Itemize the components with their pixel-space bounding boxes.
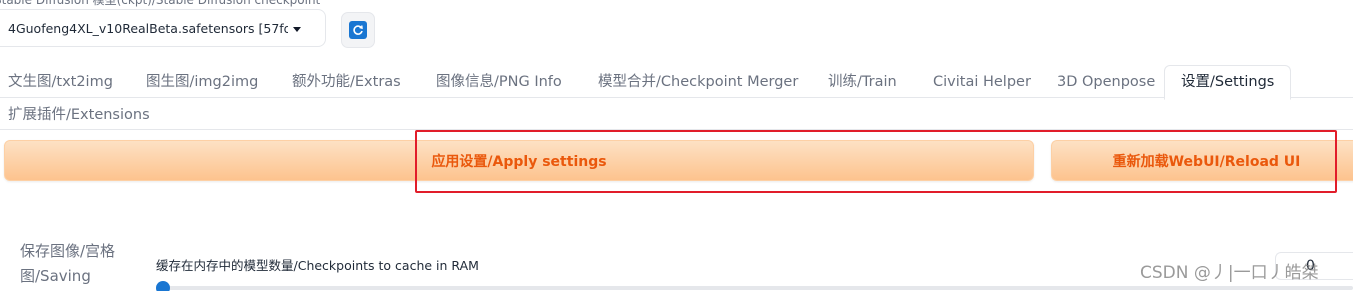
tab-extras[interactable]: 额外功能/Extras xyxy=(292,66,401,98)
checkpoints-cache-slider-thumb[interactable] xyxy=(156,281,170,291)
tab-settings[interactable]: 设置/Settings xyxy=(1164,65,1292,100)
tab-txt2img[interactable]: 文生图/txt2img xyxy=(8,66,113,98)
settings-page: Stable Diffusion 模型(ckpt)/Stable Diffusi… xyxy=(0,0,1353,291)
watermark-text: CSDN @丿|一口丿皓桀 xyxy=(1140,263,1319,283)
refresh-icon xyxy=(349,21,367,39)
reload-ui-label: 重新加载WebUI/Reload UI xyxy=(1112,153,1301,170)
chevron-down-icon xyxy=(293,27,301,32)
reload-ui-button[interactable]: 重新加载WebUI/Reload UI xyxy=(1051,140,1353,181)
tab-civitai-helper[interactable]: Civitai Helper xyxy=(933,66,1031,98)
checkpoints-cache-slider[interactable] xyxy=(160,286,1353,290)
refresh-checkpoints-button[interactable] xyxy=(341,12,375,48)
tab-checkpoint-merger[interactable]: 模型合并/Checkpoint Merger xyxy=(598,66,798,98)
apply-settings-button[interactable]: 应用设置/Apply settings xyxy=(4,140,1034,181)
tab-extensions[interactable]: 扩展插件/Extensions xyxy=(8,99,150,131)
tab-3d-openpose[interactable]: 3D Openpose xyxy=(1057,66,1155,98)
sidebar-item-saving[interactable]: 保存图像/宫格图/Saving xyxy=(20,239,130,289)
tab-train[interactable]: 训练/Train xyxy=(828,66,897,98)
tabs-bottom-divider xyxy=(0,129,1353,130)
tab-img2img[interactable]: 图生图/img2img xyxy=(146,66,258,98)
checkpoint-label: Stable Diffusion 模型(ckpt)/Stable Diffusi… xyxy=(0,0,321,7)
checkpoints-cache-label: 缓存在内存中的模型数量/Checkpoints to cache in RAM xyxy=(156,258,479,273)
checkpoint-value: 4Guofeng4XL_v10RealBeta.safetensors [57f… xyxy=(8,20,288,36)
apply-settings-label: 应用设置/Apply settings xyxy=(431,153,607,170)
tab-png-info[interactable]: 图像信息/PNG Info xyxy=(436,66,562,98)
checkpoint-dropdown[interactable]: 4Guofeng4XL_v10RealBeta.safetensors [57f… xyxy=(0,9,326,47)
